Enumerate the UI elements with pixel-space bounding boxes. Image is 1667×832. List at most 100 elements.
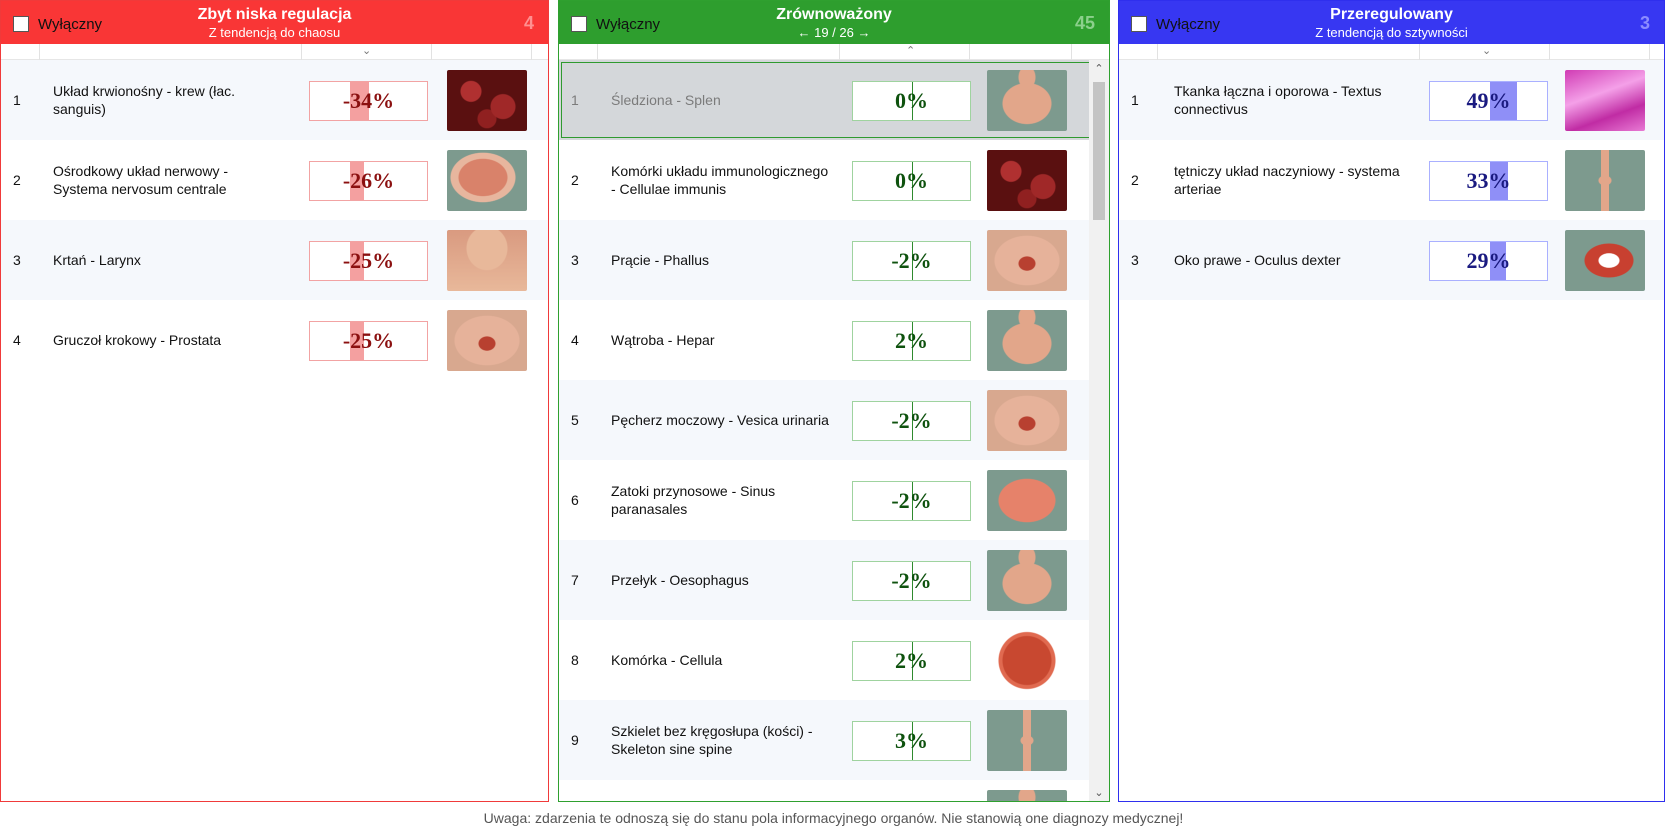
organ-name: tętniczy układ naczyniowy - systema arte… xyxy=(1174,163,1400,197)
tissue-thumbnail[interactable] xyxy=(1565,70,1645,131)
torso-thumbnail[interactable] xyxy=(987,310,1067,371)
percent-indicator: 2% xyxy=(852,321,971,361)
pelvis-thumbnail[interactable] xyxy=(447,310,527,371)
row-number: 1 xyxy=(1131,92,1139,108)
list-item[interactable]: 4 Gruczoł krokowy - Prostata -25% xyxy=(1,300,548,380)
brain-thumbnail[interactable] xyxy=(447,150,527,211)
row-number: 1 xyxy=(13,92,21,108)
row-number: 2 xyxy=(571,172,579,188)
item-count: 45 xyxy=(1074,13,1095,33)
balanced-panel: Wyłączny Zrównoważony ← 19 / 26 → 45 ⌃ 1… xyxy=(558,0,1110,802)
column-header[interactable]: ⌄ xyxy=(1,44,548,60)
list-item[interactable]: 3 Krtań - Larynx -25% xyxy=(1,220,548,300)
overregulated-panel: Wyłączny Przeregulowany Z tendencją do s… xyxy=(1118,0,1665,802)
organ-name: Pęcherz moczowy - Vesica urinaria xyxy=(611,412,829,428)
organ-name: Ośrodkowy układ nerwowy - Systema nervos… xyxy=(53,163,229,197)
column-header[interactable]: ⌃ xyxy=(559,44,1109,60)
panel-header: Wyłączny Zbyt niska regulacja Z tendencj… xyxy=(1,1,548,44)
panel-title: Przeregulowany xyxy=(1330,6,1453,23)
percent-indicator: 0% xyxy=(852,81,971,121)
percent-value: -2% xyxy=(891,408,932,433)
list-item[interactable]: 7 Przełyk - Oesophagus -2% xyxy=(559,540,1109,620)
list-item[interactable]: 5 Pęcherz moczowy - Vesica urinaria -2% xyxy=(559,380,1109,460)
percent-value: 2% xyxy=(895,648,928,673)
percent-value: 2% xyxy=(895,328,928,353)
percent-value: -2% xyxy=(891,488,932,513)
percent-indicator: 33% xyxy=(1429,161,1548,201)
list-item[interactable]: 1 Tkanka łączna i oporowa - Textus connec… xyxy=(1119,60,1664,140)
disclaimer-text: Uwaga: zdarzenia te odnoszą się do stanu… xyxy=(483,810,1184,826)
percent-value: -2% xyxy=(891,568,932,593)
list-item[interactable]: 8 Komórka - Cellula 2% xyxy=(559,620,1109,700)
vertical-scrollbar[interactable]: ⌃ ⌄ xyxy=(1089,60,1109,801)
percent-indicator: -25% xyxy=(309,241,428,281)
organ-name: Zatoki przynosowe - Sinus paranasales xyxy=(611,483,776,517)
percent-value: -2% xyxy=(891,248,932,273)
row-number: 9 xyxy=(571,732,579,748)
chevron-down-icon[interactable]: ⌄ xyxy=(362,44,371,58)
list-item[interactable] xyxy=(559,780,1109,801)
organ-list[interactable]: 1 Śledziona - Splen 0% 2 Komórki układu immu… xyxy=(559,60,1109,801)
percent-indicator: -34% xyxy=(309,81,428,121)
organ-list[interactable]: 1 Tkanka łączna i oporowa - Textus connec… xyxy=(1119,60,1664,801)
page-navigator[interactable]: ← 19 / 26 → xyxy=(559,25,1109,40)
torso-thumbnail[interactable] xyxy=(987,790,1067,801)
row-number: 7 xyxy=(571,572,579,588)
chevron-up-icon[interactable]: ⌃ xyxy=(906,44,915,58)
item-count: 4 xyxy=(523,13,534,33)
pelvis-thumbnail[interactable] xyxy=(987,390,1067,451)
list-item[interactable]: 2 Komórki układu immunologicznego - Cellu… xyxy=(559,140,1109,220)
face-thumbnail[interactable] xyxy=(987,470,1067,531)
blood-cells-thumbnail[interactable] xyxy=(987,150,1067,211)
column-header[interactable]: ⌄ xyxy=(1119,44,1664,60)
organ-name: Gruczoł krokowy - Prostata xyxy=(53,332,222,348)
list-item[interactable]: 6 Zatoki przynosowe - Sinus paranasales -2… xyxy=(559,460,1109,540)
percent-value: -26% xyxy=(342,168,395,193)
percent-value: 33% xyxy=(1466,168,1511,193)
eye-thumbnail[interactable] xyxy=(1565,230,1645,291)
list-item[interactable]: 3 Prącie - Phallus -2% xyxy=(559,220,1109,300)
throat-thumbnail[interactable] xyxy=(447,230,527,291)
row-number: 1 xyxy=(571,92,579,108)
list-item[interactable]: 4 Wątroba - Hepar 2% xyxy=(559,300,1109,380)
scroll-up-icon[interactable]: ⌃ xyxy=(1089,62,1109,75)
panel-title: Zbyt niska regulacja xyxy=(197,6,352,23)
organ-name: Oko prawe - Oculus dexter xyxy=(1174,252,1341,268)
organ-list[interactable]: 1 Układ krwionośny - krew (łac. sanguis) -… xyxy=(1,60,548,801)
underregulated-panel: Wyłączny Zbyt niska regulacja Z tendencj… xyxy=(0,0,549,802)
row-number: 5 xyxy=(571,412,579,428)
percent-value: 3% xyxy=(895,728,928,753)
organ-name: Krtań - Larynx xyxy=(53,252,141,268)
chevron-down-icon[interactable]: ⌄ xyxy=(1482,44,1491,58)
organ-name: Szkielet bez kręgosłupa (kości) - Skelet… xyxy=(611,723,813,757)
percent-indicator: 0% xyxy=(852,161,971,201)
list-item[interactable]: 3 Oko prawe - Oculus dexter 29% xyxy=(1119,220,1664,300)
body-thumbnail[interactable] xyxy=(1565,150,1645,211)
row-number: 3 xyxy=(13,252,21,268)
percent-value: -25% xyxy=(342,248,395,273)
panel-subtitle: Z tendencją do sztywności xyxy=(1315,25,1468,40)
panel-header: Wyłączny Zrównoważony ← 19 / 26 → 45 xyxy=(559,1,1109,44)
list-item[interactable]: 2 tętniczy układ naczyniowy - systema art… xyxy=(1119,140,1664,220)
scrollbar-thumb[interactable] xyxy=(1093,82,1105,220)
list-item[interactable]: 1 Układ krwionośny - krew (łac. sanguis) -… xyxy=(1,60,548,140)
torso-thumbnail[interactable] xyxy=(987,70,1067,131)
percent-value: 0% xyxy=(895,88,928,113)
organ-name xyxy=(611,780,836,801)
pelvis-thumbnail[interactable] xyxy=(987,230,1067,291)
row-number: 3 xyxy=(1131,252,1139,268)
organ-name: Komórka - Cellula xyxy=(611,652,723,668)
list-item[interactable]: 2 Ośrodkowy układ nerwowy - Systema nervo… xyxy=(1,140,548,220)
scroll-down-icon[interactable]: ⌄ xyxy=(1089,786,1109,799)
percent-value: 0% xyxy=(895,168,928,193)
percent-value: -25% xyxy=(342,328,395,353)
torso-thumbnail[interactable] xyxy=(987,550,1067,611)
percent-indicator: 49% xyxy=(1429,81,1548,121)
percent-indicator: -2% xyxy=(852,561,971,601)
blood-cells-thumbnail[interactable] xyxy=(447,70,527,131)
list-item[interactable]: 9 Szkielet bez kręgosłupa (kości) - Skele… xyxy=(559,700,1109,780)
cell-thumbnail[interactable] xyxy=(987,630,1067,691)
body-thumbnail[interactable] xyxy=(987,710,1067,771)
item-count: 3 xyxy=(1639,13,1650,33)
list-item[interactable]: 1 Śledziona - Splen 0% xyxy=(559,60,1109,140)
